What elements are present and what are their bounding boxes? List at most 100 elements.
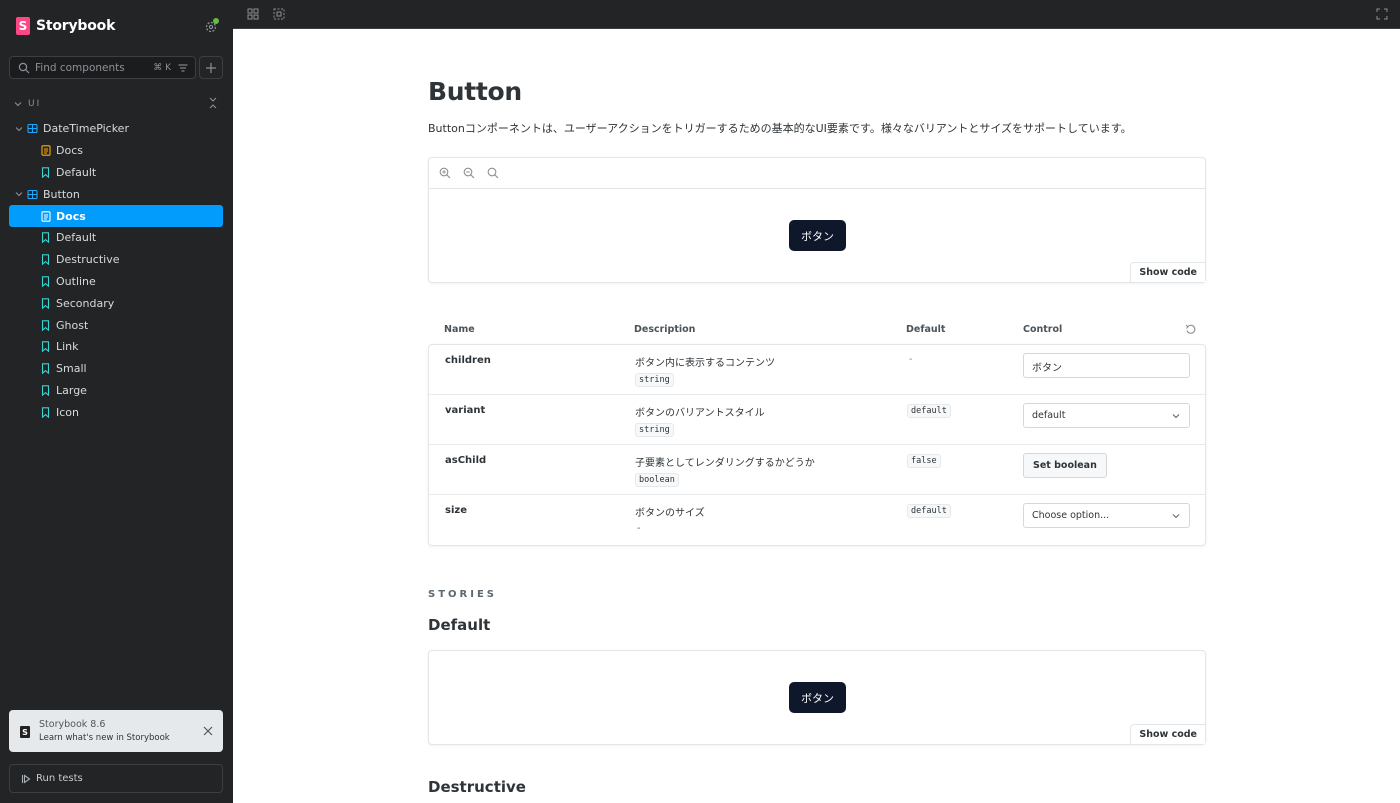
tree-item-button-ghost[interactable]: Ghost: [9, 314, 223, 336]
chevron-down-icon: [15, 127, 23, 132]
arg-description: ボタンのサイズ: [635, 508, 705, 519]
close-icon[interactable]: [203, 726, 213, 736]
group-header-ui[interactable]: UI: [14, 97, 220, 110]
settings-button[interactable]: [204, 18, 219, 33]
demo-button[interactable]: ボタン: [789, 220, 846, 251]
tree-item-button-secondary[interactable]: Secondary: [9, 292, 223, 314]
chevron-down-icon: [15, 192, 23, 197]
play-icon: [21, 773, 31, 784]
arg-type: string: [635, 373, 674, 387]
outline-icon[interactable]: [273, 8, 285, 20]
zoom-in-icon[interactable]: [439, 167, 451, 179]
story-bookmark-icon: [40, 363, 51, 375]
notification-subtitle: Learn what's new in Storybook: [39, 733, 170, 743]
show-code-button[interactable]: Show code: [1130, 262, 1205, 282]
select-value: Choose option...: [1032, 510, 1110, 521]
sidebar: S Storybook ⌘ K UI DateTimePicker: [0, 0, 233, 803]
tree-item-button-icon[interactable]: Icon: [9, 401, 223, 423]
table-row: variant ボタンのバリアントスタイル string default def…: [429, 395, 1205, 445]
children-text-control[interactable]: ボタン: [1023, 353, 1190, 378]
tree-item-label: Small: [56, 362, 87, 376]
tree-item-label: Default: [56, 165, 97, 179]
tree-item-button-small[interactable]: Small: [9, 358, 223, 380]
header-name: Name: [444, 324, 475, 335]
arg-description: ボタンのバリアントスタイル: [635, 408, 765, 419]
tree-item-button-docs[interactable]: Docs: [9, 205, 223, 227]
tree-item-label: Outline: [56, 274, 96, 288]
search-icon: [18, 62, 30, 73]
chevron-down-icon: [14, 101, 22, 106]
arg-description: ボタン内に表示するコンテンツ: [635, 358, 775, 369]
story-bookmark-icon: [40, 341, 51, 353]
args-table: Name Description Default Control childre…: [428, 316, 1206, 546]
update-indicator: [213, 18, 219, 24]
page-description: Buttonコンポーネントは、ユーザーアクションをトリガーするための基本的なUI…: [428, 122, 1132, 135]
component-icon: [27, 123, 38, 134]
group-label: UI: [28, 98, 42, 109]
story-bookmark-icon: [40, 407, 51, 418]
arg-description: 子要素としてレンダリングするかどうか: [635, 458, 815, 469]
zoom-reset-icon[interactable]: [487, 167, 499, 179]
tree-component-button[interactable]: Button: [9, 183, 223, 205]
tree-item-label: Destructive: [56, 253, 120, 267]
search-box[interactable]: ⌘ K: [9, 56, 196, 79]
demo-button[interactable]: ボタン: [789, 682, 846, 713]
story-bookmark-icon: [40, 298, 51, 309]
run-tests-button[interactable]: Run tests: [9, 764, 223, 793]
tree-item-label: DateTimePicker: [43, 122, 129, 136]
zoom-out-icon[interactable]: [463, 167, 475, 179]
tree-component-datetimepicker[interactable]: DateTimePicker: [9, 118, 223, 140]
story-preview-default: ボタン Show code: [428, 650, 1206, 745]
docs-panel: Button Buttonコンポーネントは、ユーザーアクションをトリガーするため…: [233, 29, 1400, 803]
arg-name: children: [445, 355, 491, 366]
story-title: Destructive: [428, 778, 526, 796]
table-row: children ボタン内に表示するコンテンツ string - ボタン: [429, 345, 1205, 395]
tree-item-label: Docs: [56, 209, 86, 223]
grid-icon[interactable]: [247, 8, 259, 20]
tree-item-button-default[interactable]: Default: [9, 227, 223, 249]
select-value: default: [1032, 410, 1066, 421]
arg-name: size: [445, 505, 467, 516]
tree-item-label: Ghost: [56, 318, 89, 332]
tree-item-label: Link: [56, 340, 79, 354]
whats-new-notification[interactable]: S Storybook 8.6 Learn what's new in Stor…: [9, 710, 223, 752]
story-bookmark-icon: [40, 232, 51, 244]
preview-toolbar: [429, 158, 1205, 189]
tree-item-label: Default: [56, 231, 97, 245]
reset-icon[interactable]: [1185, 324, 1196, 335]
tree-item-button-link[interactable]: Link: [9, 336, 223, 358]
storybook-logo-icon: S: [16, 17, 30, 35]
filter-icon[interactable]: [177, 62, 189, 74]
arg-default: -: [909, 354, 913, 365]
variant-select-control[interactable]: default: [1023, 403, 1190, 428]
tree-item-label: Secondary: [56, 296, 115, 310]
show-code-button[interactable]: Show code: [1130, 724, 1205, 744]
docs-icon: [40, 145, 51, 156]
tree-item-label: Button: [43, 187, 80, 201]
tree-item-datetimepicker-docs[interactable]: Docs: [9, 140, 223, 162]
brand-name: Storybook: [36, 18, 116, 34]
chevron-down-icon: [1172, 514, 1180, 519]
arg-type: -: [637, 523, 641, 534]
set-boolean-button[interactable]: Set boolean: [1023, 453, 1107, 478]
tree-item-button-destructive[interactable]: Destructive: [9, 249, 223, 271]
story-bookmark-icon: [40, 385, 51, 396]
fullscreen-icon[interactable]: [1376, 8, 1388, 20]
search-input[interactable]: [30, 61, 154, 74]
tree-item-button-large[interactable]: Large: [9, 380, 223, 402]
size-select-control[interactable]: Choose option...: [1023, 503, 1190, 528]
storybook-logo-icon: S: [20, 726, 30, 738]
tree-item-button-outline[interactable]: Outline: [9, 271, 223, 293]
collapse-all-icon[interactable]: [208, 97, 218, 109]
story-bookmark-icon: [40, 276, 51, 287]
top-toolbar: [233, 0, 1400, 29]
story-bookmark-icon: [40, 319, 51, 331]
brand[interactable]: S Storybook: [16, 17, 115, 35]
create-story-button[interactable]: [199, 56, 223, 79]
tree-item-label: Icon: [56, 405, 79, 419]
component-tree: DateTimePicker Docs Default Button Docs: [9, 118, 223, 423]
plus-icon: [206, 62, 216, 73]
tree-item-datetimepicker-default[interactable]: Default: [9, 162, 223, 184]
arg-name: variant: [445, 405, 486, 416]
page-title: Button: [428, 77, 522, 106]
